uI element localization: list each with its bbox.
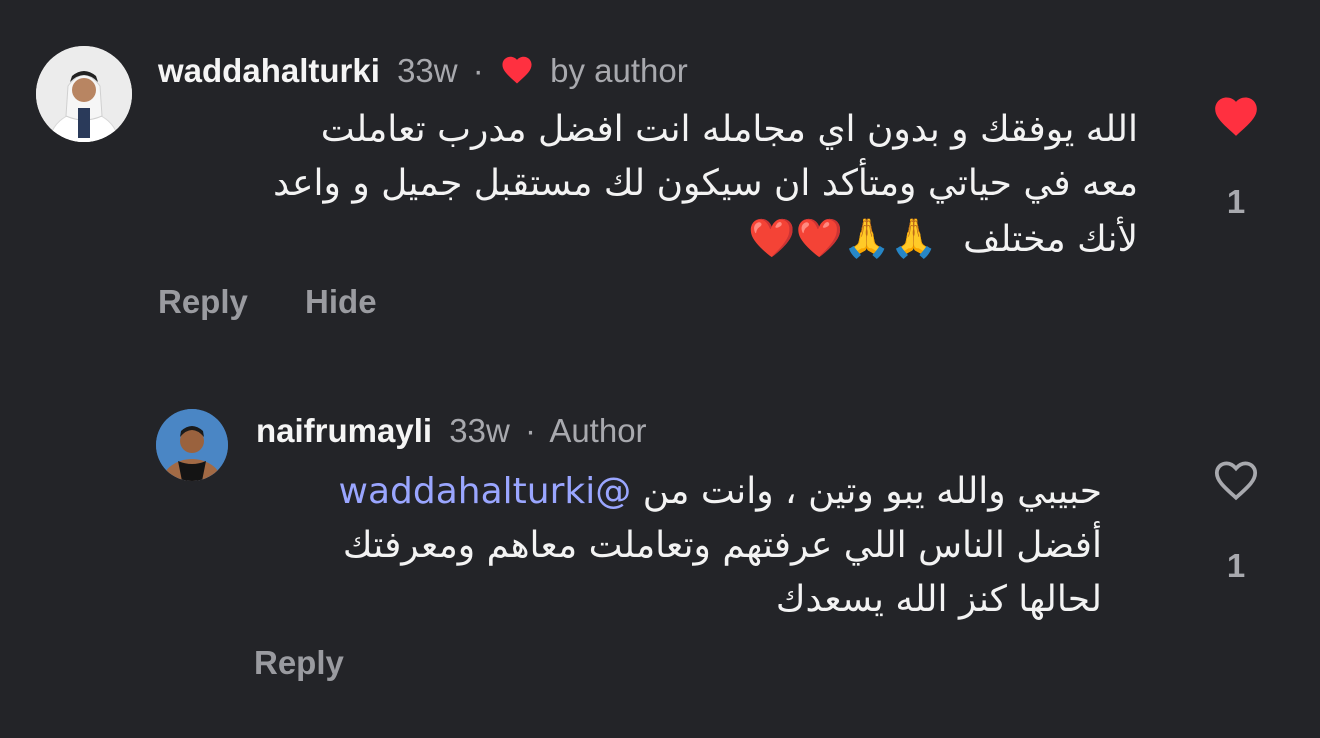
comment-text-segment: حبيبي والله يبو وتين ، وانت من (642, 471, 1102, 512)
comment-text-line: معه في حياتي ومتأكد ان سيكون لك مستقبل ج… (273, 163, 1138, 204)
liked-by-author-label: by author (550, 52, 688, 89)
emoji-sequence: ❤️❤️🙏🙏 (748, 216, 938, 260)
reply-button[interactable]: Reply (254, 644, 344, 681)
avatar-man-in-white-thobe-icon (36, 46, 132, 142)
comment-text-line: لأنك مختلف (963, 219, 1138, 260)
comment-text-line: الله يوفقك و بدون اي مجامله انت افضل مدر… (320, 109, 1138, 150)
mention-link[interactable]: @waddahalturki (339, 471, 632, 512)
like-column: 1 (1206, 456, 1266, 585)
avatar[interactable] (36, 46, 132, 142)
separator-dot: · (472, 52, 484, 89)
comment-actions: Reply (254, 644, 344, 682)
comment-text: الله يوفقك و بدون اي مجامله انت افضل مدر… (138, 103, 1138, 267)
like-count[interactable]: 1 (1206, 183, 1266, 221)
like-column: 1 (1206, 92, 1266, 221)
heart-filled-icon (499, 53, 535, 94)
comment-text-line: لحالها كنز الله يسعدك (775, 579, 1102, 620)
comment-actions: Reply Hide (158, 283, 377, 321)
heart-filled-icon[interactable] (1211, 92, 1261, 143)
hide-button[interactable]: Hide (305, 283, 377, 320)
reply-button[interactable]: Reply (158, 283, 248, 320)
like-count[interactable]: 1 (1206, 547, 1266, 585)
username[interactable]: waddahalturki (158, 52, 380, 89)
comment-text-line-with-emojis: لأنك مختلف ❤️❤️🙏🙏 (138, 211, 1138, 267)
separator-dot: · (524, 412, 536, 449)
timestamp[interactable]: 33w (449, 412, 510, 449)
username[interactable]: naifrumayli (256, 412, 432, 449)
comment-header: waddahalturki 33w · by author (158, 51, 688, 94)
author-badge: Author (549, 412, 647, 449)
comment-text-line: أفضل الناس اللي عرفتهم وتعاملت معاهم ومع… (342, 525, 1102, 566)
comment-header: naifrumayli 33w · Author (256, 411, 647, 451)
comment-text-line: حبيبي والله يبو وتين ، وانت من @waddahal… (202, 465, 1103, 519)
comment-text: حبيبي والله يبو وتين ، وانت من @waddahal… (202, 465, 1103, 627)
heart-outline-icon[interactable] (1211, 456, 1261, 507)
timestamp[interactable]: 33w (397, 52, 458, 89)
